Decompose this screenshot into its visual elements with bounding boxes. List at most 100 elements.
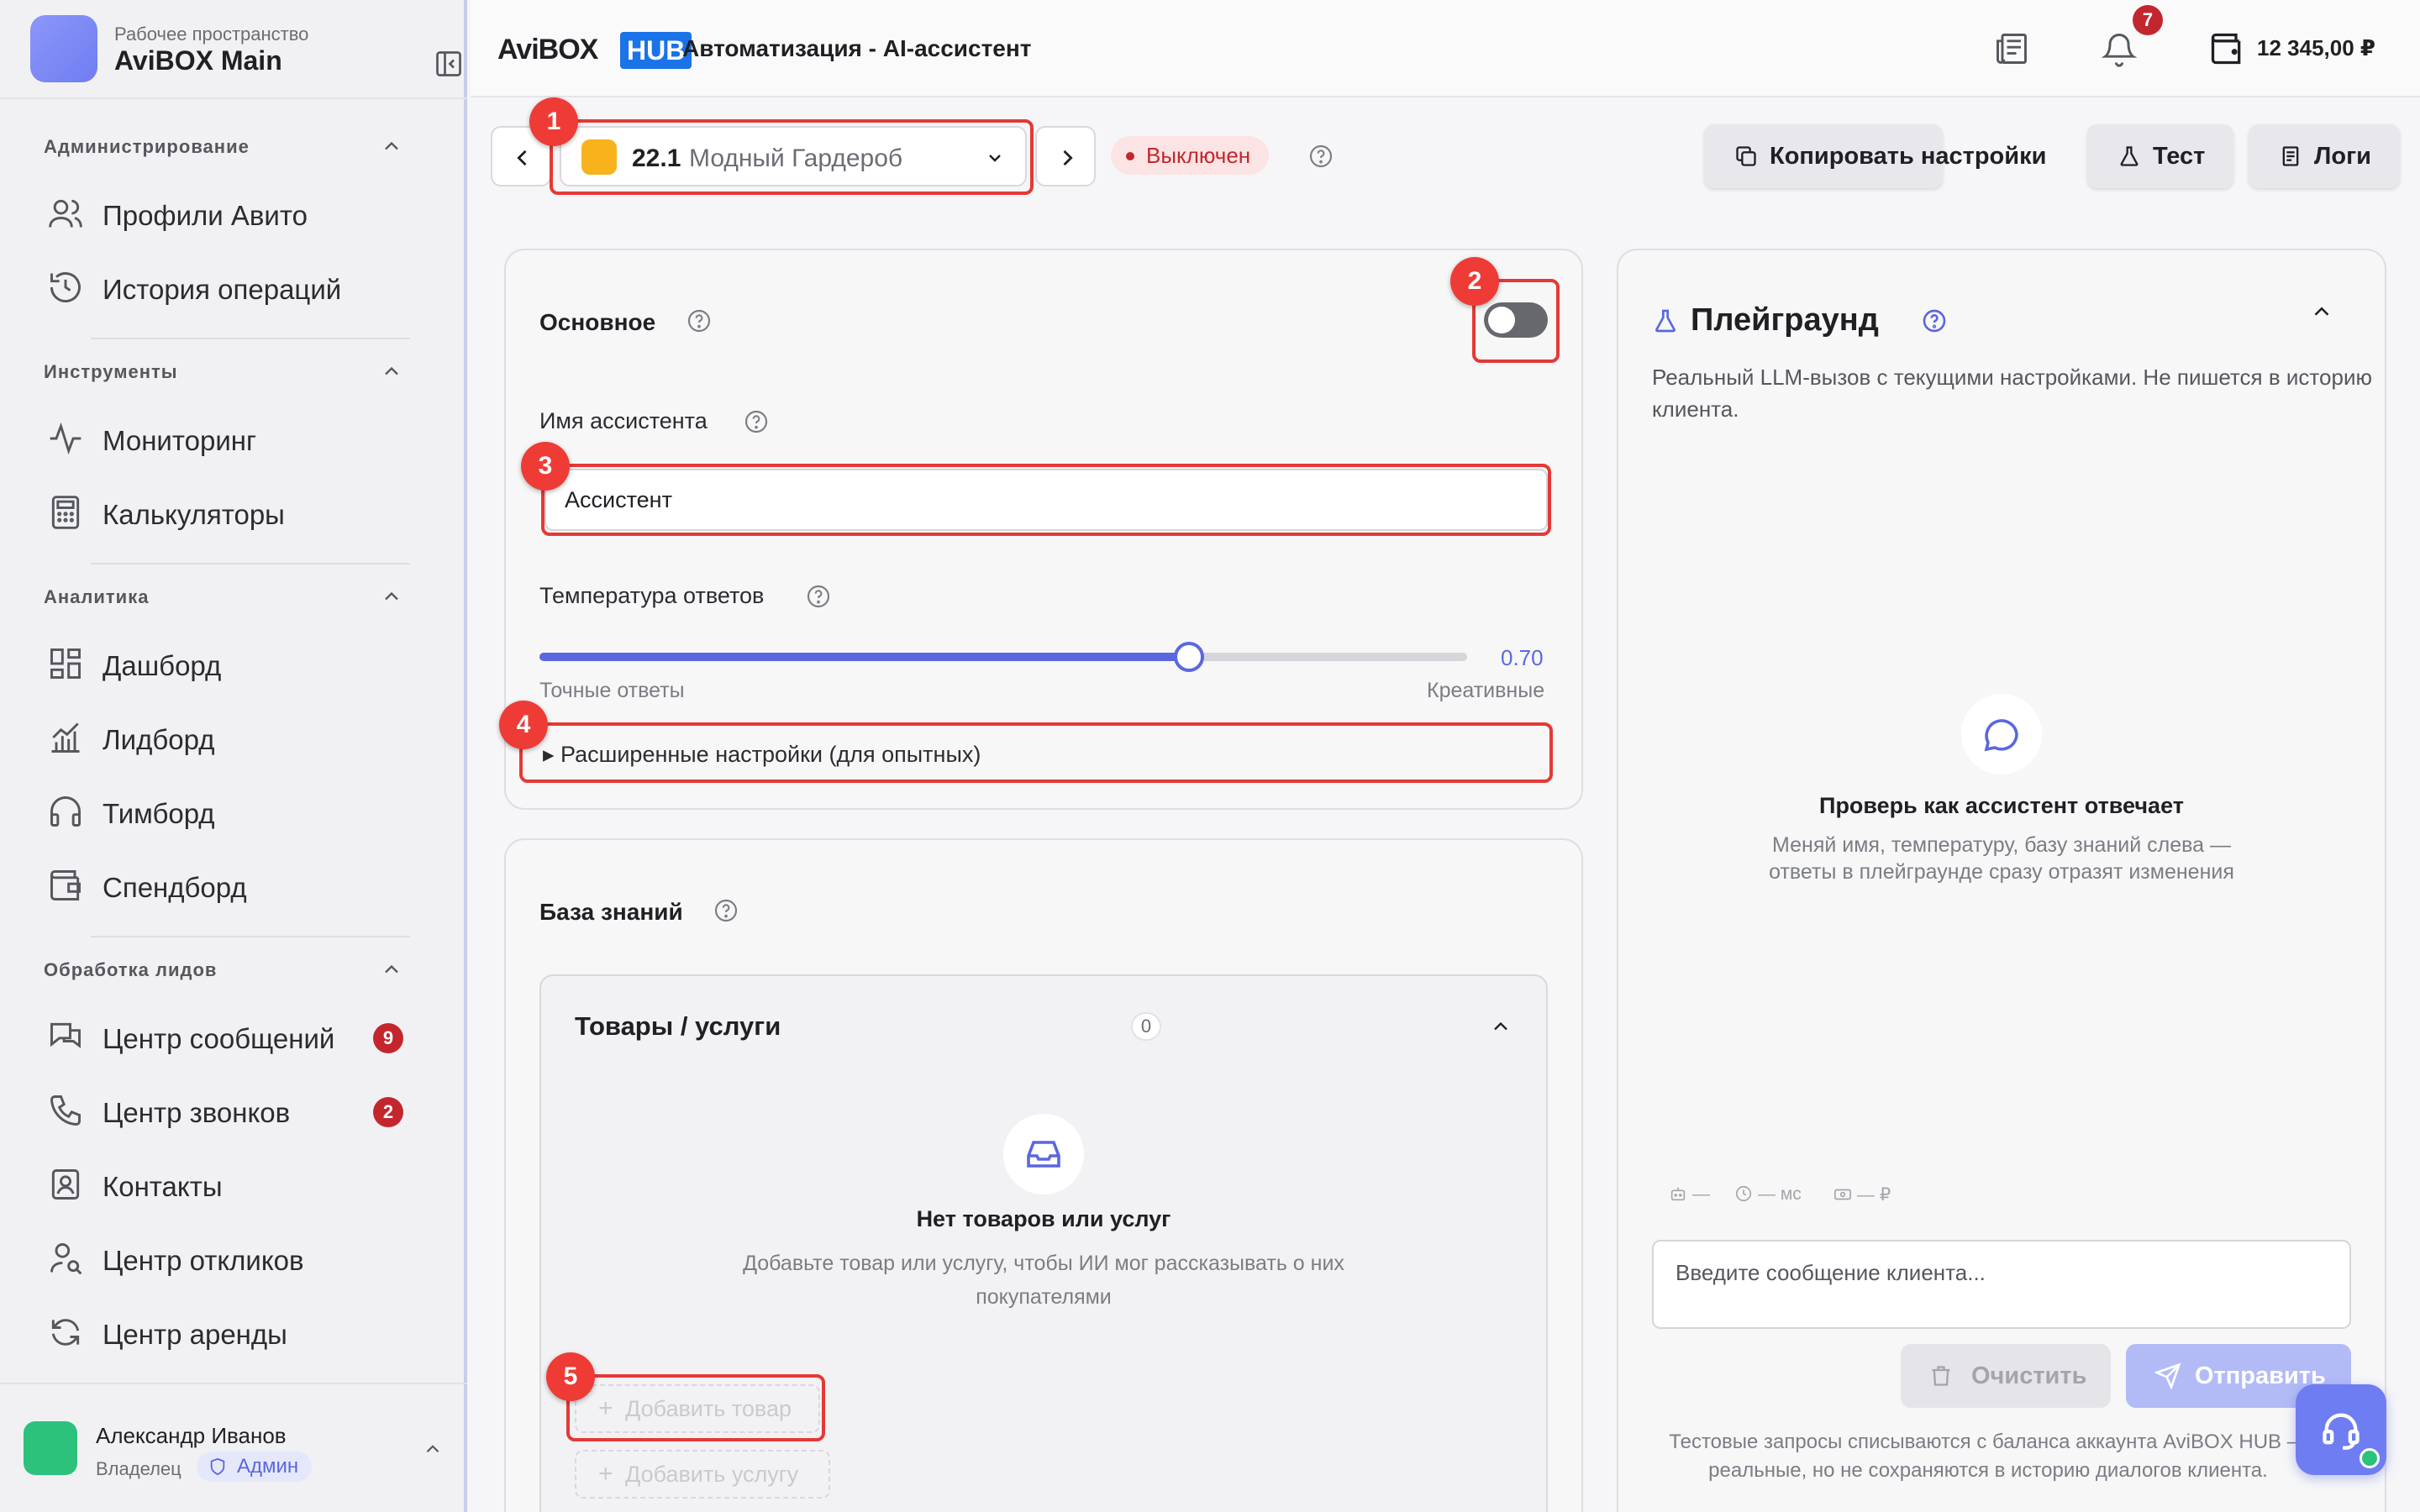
temperature-slider[interactable] <box>539 642 1467 672</box>
chevron-up-icon[interactable] <box>1489 1015 1512 1038</box>
sidebar-item-history[interactable]: История операций <box>44 262 413 312</box>
annotation-highlight-3 <box>541 464 1551 536</box>
annotation-highlight-1 <box>550 119 1034 195</box>
sidebar-item-contacts[interactable]: Контакты <box>44 1159 413 1210</box>
products-count-badge: 0 <box>1131 1012 1161 1041</box>
user-name: Александр Иванов <box>96 1423 287 1448</box>
empty-products-text: Добавьте товар или услугу, чтобы ИИ мог … <box>743 1252 1344 1309</box>
help-icon[interactable] <box>805 583 832 610</box>
chevron-up-icon[interactable] <box>380 958 403 981</box>
sidebar-item-responses[interactable]: Центр откликов <box>44 1233 413 1284</box>
next-profile-button[interactable] <box>1035 126 1096 186</box>
sidebar-item-label: Профили Авито <box>103 200 308 231</box>
headset-icon <box>2323 1413 2360 1450</box>
avatar <box>24 1421 77 1475</box>
sidebar-item-leadboard[interactable]: Лидборд <box>44 712 413 763</box>
refresh-icon <box>51 1319 80 1346</box>
wallet-icon[interactable] <box>2208 30 2245 67</box>
sidebar-item-label: Калькуляторы <box>103 499 285 530</box>
chevron-up-icon[interactable] <box>380 134 403 158</box>
help-icon[interactable] <box>713 897 739 924</box>
chevron-up-icon[interactable] <box>380 585 403 608</box>
trash-icon <box>1932 1366 1950 1386</box>
users-icon <box>49 199 82 228</box>
annotation-marker-5: 5 <box>546 1352 595 1401</box>
unread-badge: 9 <box>373 1023 403 1053</box>
sidebar-item-label: Центр звонков <box>103 1097 291 1128</box>
help-icon[interactable] <box>743 408 770 435</box>
headphones-icon <box>50 796 81 827</box>
help-icon[interactable] <box>1307 143 1334 170</box>
temperature-slider-thumb[interactable] <box>1173 642 1204 672</box>
chevron-up-icon[interactable] <box>380 360 403 383</box>
sidebar-item-label: Мониторинг <box>103 425 257 456</box>
sidebar-item-calculators[interactable]: Калькуляторы <box>44 487 413 538</box>
workspace-label: Рабочее пространство <box>114 24 309 45</box>
annotation-marker-3: 3 <box>521 442 570 491</box>
annotation-highlight-4 <box>519 722 1553 783</box>
add-service-button[interactable]: Добавить услугу <box>575 1450 830 1499</box>
empty-products-title: Нет товаров или услуг <box>916 1206 1171 1231</box>
sidebar-item-messages[interactable]: Центр сообщений 9 <box>44 1011 413 1062</box>
logs-button[interactable]: Логи <box>2249 124 2400 188</box>
products-title: Товары / услуги <box>575 1011 781 1041</box>
role-badge-label: Админ <box>237 1455 299 1478</box>
help-icon[interactable] <box>1921 307 1948 334</box>
online-status-dot <box>2360 1448 2380 1468</box>
sidebar-item-label: Дашборд <box>103 650 222 681</box>
temperature-slider-fill <box>539 653 1189 661</box>
sidebar-item-label: История операций <box>103 274 342 305</box>
sidebar-item-dashboard[interactable]: Дашборд <box>44 638 413 689</box>
user-search-icon <box>50 1243 82 1275</box>
sidebar-item-rent[interactable]: Центр аренды <box>44 1307 413 1357</box>
request-cost-value: — ₽ <box>1857 1185 1891 1205</box>
help-icon[interactable] <box>686 307 713 334</box>
chevron-right-icon <box>1063 150 1073 166</box>
sidebar-item-calls[interactable]: Центр звонков 2 <box>44 1085 413 1136</box>
sidebar-collapse-icon[interactable] <box>434 49 464 79</box>
sidebar-item-spendboard[interactable]: Спендборд <box>44 860 413 911</box>
sidebar-item-avito-profiles[interactable]: Профили Авито <box>44 188 413 239</box>
history-icon <box>50 272 81 302</box>
workspace-logo <box>30 15 97 82</box>
annotation-highlight-5 <box>566 1374 825 1441</box>
divider <box>0 97 467 99</box>
sidebar-item-monitoring[interactable]: Мониторинг <box>44 413 413 464</box>
notifications-badge: 7 <box>2133 5 2163 35</box>
sidebar-item-teamboard[interactable]: Тимборд <box>44 786 413 837</box>
bell-icon[interactable] <box>2101 30 2138 67</box>
copy-settings-button[interactable]: Копировать настройки <box>1704 124 2046 188</box>
dashboard-icon <box>50 648 81 679</box>
clear-button[interactable]: Очистить <box>1901 1344 2111 1408</box>
unread-badge: 2 <box>373 1097 403 1127</box>
flask-icon <box>1655 309 1676 333</box>
empty-products-illustration <box>1003 1114 1084 1194</box>
playground-description: Реальный LLM-вызов с текущими настройкам… <box>1652 365 2372 422</box>
annotation-marker-4: 4 <box>499 701 548 749</box>
robot-icon <box>1670 1187 1686 1201</box>
user-menu[interactable]: Александр Иванов Владелец Админ <box>24 1413 452 1483</box>
temperature-label: Температура ответов <box>539 583 765 608</box>
sidebar-item-label: Контакты <box>103 1171 223 1202</box>
chevron-up-icon[interactable] <box>2309 299 2334 324</box>
playground-empty-text: Меняй имя, температуру, базу знаний слев… <box>1769 833 2234 884</box>
copy-icon <box>1736 146 1756 166</box>
annotation-marker-1: 1 <box>529 97 578 146</box>
divider <box>0 1383 467 1384</box>
client-message-input[interactable] <box>1652 1240 2351 1329</box>
request-cost: — ₽ <box>1833 1184 1891 1205</box>
account-balance[interactable]: 12 345,00 ₽ <box>2257 35 2375 61</box>
test-button[interactable]: Тест <box>2087 124 2233 188</box>
news-icon[interactable] <box>1993 30 2030 67</box>
chevron-up-icon[interactable] <box>422 1438 444 1460</box>
workspace-switcher[interactable]: Рабочее пространство AviBOX Main <box>30 15 461 82</box>
sidebar-item-label: Тимборд <box>103 798 215 829</box>
sidebar-item-label: Спендборд <box>103 872 247 903</box>
response-time-value: — мс <box>1758 1184 1802 1204</box>
phone-icon <box>50 1095 81 1126</box>
support-chat-button[interactable] <box>2296 1384 2386 1475</box>
wallet-icon <box>50 870 81 900</box>
clear-label: Очистить <box>1971 1362 2087 1389</box>
basic-settings-title: Основное <box>539 309 656 335</box>
temperature-value: 0.70 <box>1501 645 1544 670</box>
